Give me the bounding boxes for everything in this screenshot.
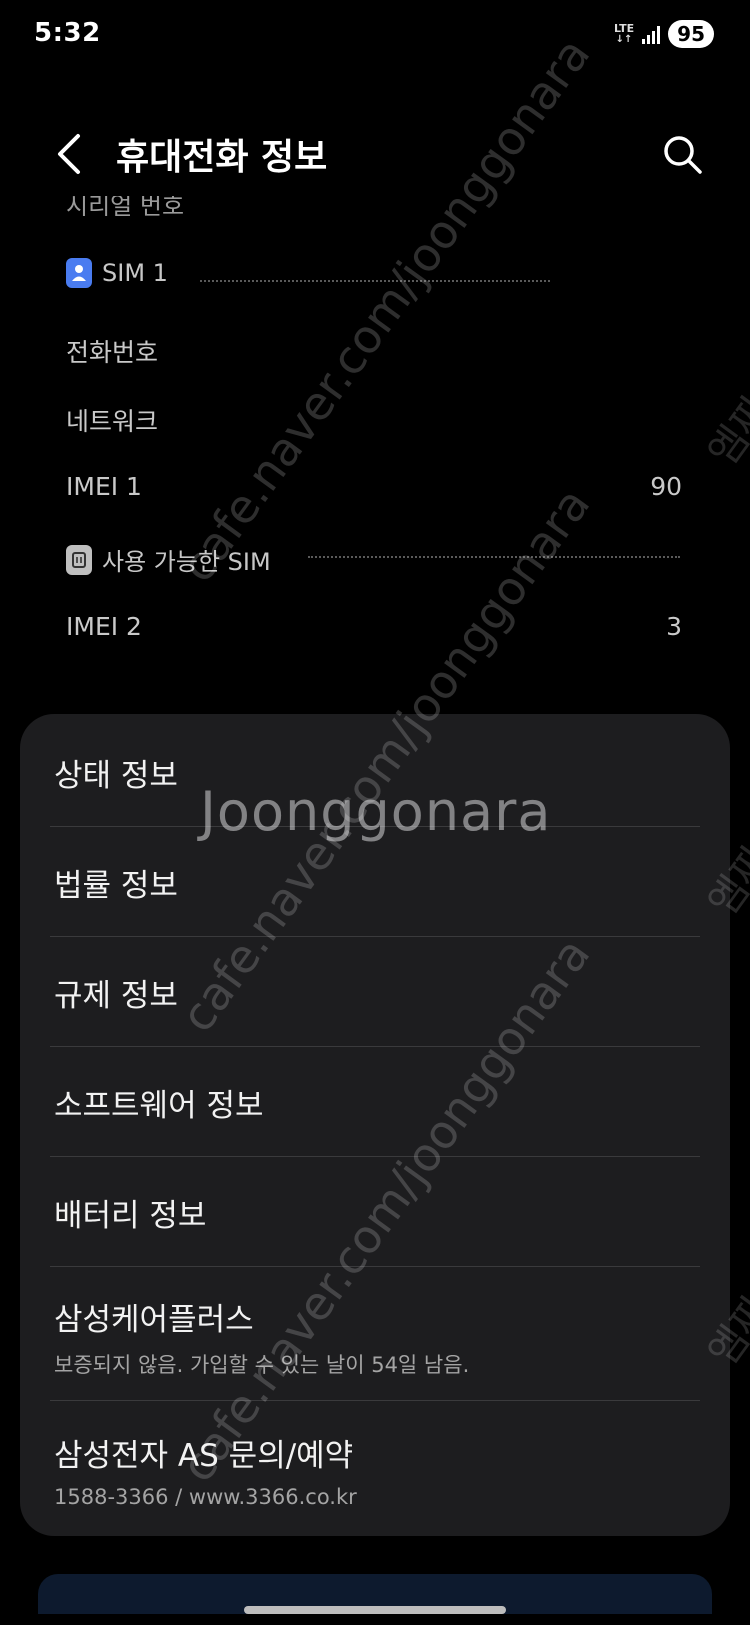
divider <box>50 1266 700 1267</box>
home-indicator[interactable] <box>244 1606 506 1614</box>
imei1-label: IMEI 1 <box>66 472 142 501</box>
imei2-label: IMEI 2 <box>66 612 142 641</box>
status-icons: LTE ↓↑ 95 <box>614 20 714 48</box>
search-icon <box>664 136 702 174</box>
menu-item-legal-info[interactable]: 법률 정보 <box>54 860 698 905</box>
watermark-side: 엠짜 <box>699 388 750 475</box>
phone-number-label: 전화번호 <box>66 338 159 367</box>
sim1-section-header: SIM 1 <box>66 258 168 288</box>
sim-contact-icon <box>66 258 92 288</box>
divider <box>50 1156 700 1157</box>
serial-number-row-clipped: 시리얼 번호 <box>66 196 185 216</box>
divider <box>50 1400 700 1401</box>
menu-item-regulatory-info[interactable]: 규제 정보 <box>54 970 698 1015</box>
chevron-left-icon <box>58 134 80 174</box>
imei1-value: 90 <box>650 472 682 501</box>
sim1-label: SIM 1 <box>102 259 168 287</box>
section-divider-dots <box>200 280 550 282</box>
network-label: 네트워크 <box>66 407 159 436</box>
menu-item-samsung-care-plus[interactable]: 삼성케어플러스 보증되지 않음. 가입할 수 있는 날이 54일 남음. <box>54 1294 698 1379</box>
app-header: 휴대전화 정보 <box>0 110 750 200</box>
available-sim-label: 사용 가능한 SIM <box>102 548 271 576</box>
imei2-value: 3 <box>666 612 682 641</box>
status-time: 5:32 <box>34 18 101 48</box>
available-sim-section-header: 사용 가능한 SIM <box>66 542 271 577</box>
page-title: 휴대전화 정보 <box>116 137 328 178</box>
menu-item-samsung-as-service[interactable]: 삼성전자 AS 문의/예약 1588-3366 / www.3366.co.kr <box>54 1430 698 1509</box>
about-phone-menu-card: 상태 정보 법률 정보 규제 정보 소프트웨어 정보 배터리 정보 삼성케어플러… <box>20 714 730 1536</box>
menu-item-battery-info[interactable]: 배터리 정보 <box>54 1190 698 1235</box>
menu-item-software-info[interactable]: 소프트웨어 정보 <box>54 1080 698 1125</box>
lte-icon: LTE ↓↑ <box>613 22 635 45</box>
divider <box>50 936 700 937</box>
back-button[interactable] <box>52 130 92 178</box>
battery-badge: 95 <box>668 20 714 48</box>
signal-icon <box>642 24 661 44</box>
section-divider-dots <box>308 556 680 558</box>
status-bar: 5:32 LTE ↓↑ 95 <box>0 0 750 72</box>
sim-card-icon <box>66 544 92 575</box>
divider <box>50 826 700 827</box>
menu-item-status-info[interactable]: 상태 정보 <box>54 750 698 795</box>
divider <box>50 1046 700 1047</box>
search-button[interactable] <box>660 132 704 176</box>
